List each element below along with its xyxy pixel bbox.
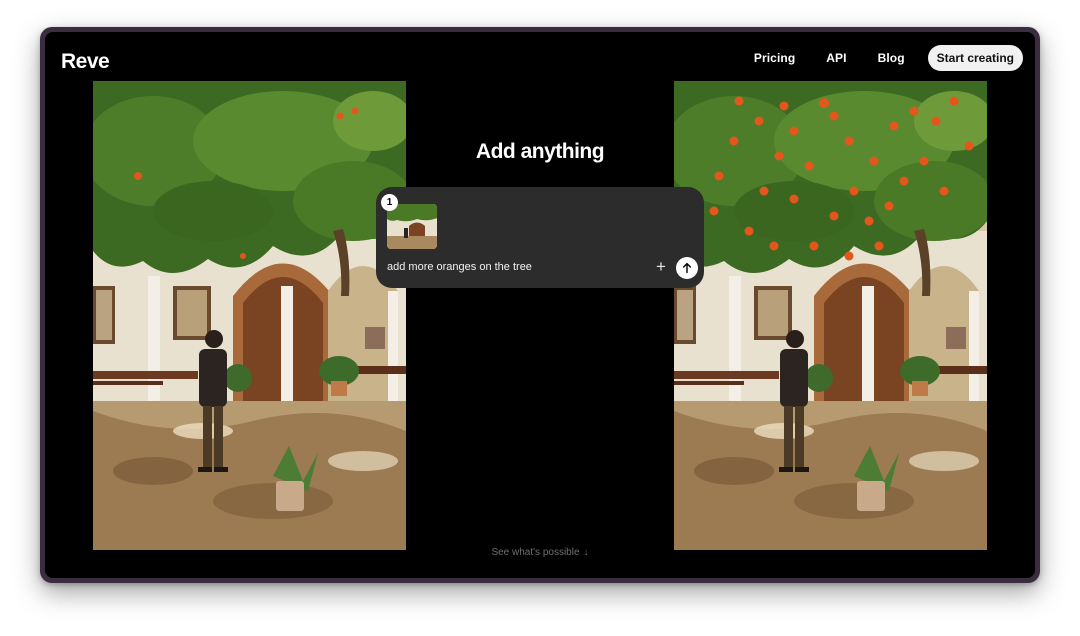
start-creating-button[interactable]: Start creating (927, 45, 1023, 71)
prompt-card: 1 + (376, 187, 704, 288)
plus-icon[interactable]: + (653, 258, 669, 275)
app-screen: Reve Pricing API Blog Start creating Add… (45, 32, 1035, 578)
arrow-up-icon (682, 262, 692, 274)
nav-pricing[interactable]: Pricing (754, 51, 795, 65)
thumbnail-image (387, 204, 437, 249)
prompt-input[interactable] (387, 257, 637, 277)
attached-image-thumbnail[interactable] (387, 204, 437, 249)
device-frame: Reve Pricing API Blog Start creating Add… (40, 27, 1040, 583)
see-more-label: See what's possible (491, 547, 580, 558)
nav-api[interactable]: API (826, 51, 846, 65)
page-headline: Add anything (475, 140, 605, 163)
arrow-down-icon: ↓ (583, 547, 589, 558)
reve-logo[interactable]: Reve (61, 50, 110, 74)
attachment-count-badge: 1 (381, 194, 398, 211)
see-whats-possible-link[interactable]: See what's possible ↓ (45, 547, 1035, 558)
nav-blog[interactable]: Blog (878, 51, 905, 65)
top-nav: Pricing API Blog Start creating (754, 45, 1023, 71)
send-button[interactable] (676, 257, 698, 279)
